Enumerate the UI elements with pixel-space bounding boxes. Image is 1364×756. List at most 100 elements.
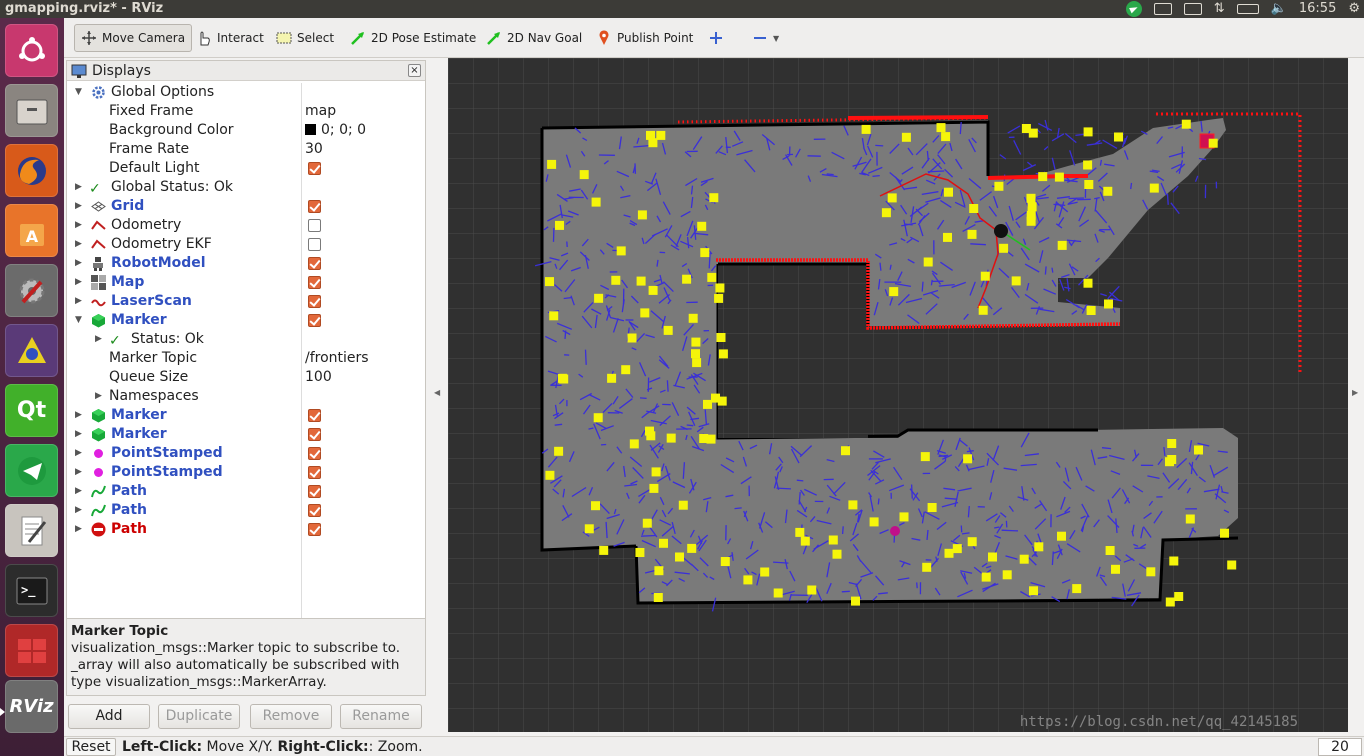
add-tool-button[interactable] (702, 24, 730, 52)
tree-row-default-light[interactable]: Default Light (67, 159, 425, 178)
expand-arrow-icon[interactable]: ▶ (75, 254, 85, 273)
reset-button[interactable]: Reset (66, 738, 116, 756)
select-tool[interactable]: Select (270, 24, 340, 52)
collapse-left-icon[interactable]: ◀ (434, 388, 440, 397)
expand-arrow-icon[interactable]: ▶ (75, 501, 85, 520)
rviz-logo-icon[interactable] (5, 324, 58, 377)
expand-arrow-icon[interactable]: ▶ (95, 330, 105, 349)
path-2-checkbox[interactable] (308, 504, 321, 517)
remove-tool-button[interactable]: ▼ (746, 24, 785, 52)
odometry-ekf-checkbox[interactable] (308, 238, 321, 251)
pointstamped-2-checkbox[interactable] (308, 466, 321, 479)
tree-row-frame-rate[interactable]: Frame Rate 30 (67, 140, 425, 159)
render-viewport[interactable]: https://blog.csdn.net/qq_42145185 (448, 58, 1348, 732)
tree-row-robotmodel[interactable]: ▶ RobotModel (67, 254, 425, 273)
tree-row-fixed-frame[interactable]: Fixed Frame map (67, 102, 425, 121)
firefox-icon[interactable] (5, 144, 58, 197)
tree-row-pointstamped-2[interactable]: ▶ PointStamped (67, 463, 425, 482)
tree-row-path-2[interactable]: ▶ Path (67, 501, 425, 520)
tree-row-path-3-error[interactable]: ▶ Path (67, 520, 425, 539)
expand-arrow-icon[interactable]: ▶ (75, 178, 85, 197)
rviz-app-icon[interactable]: RViz (5, 680, 58, 733)
map-scene[interactable] (448, 58, 1348, 732)
add-button[interactable]: Add (68, 704, 150, 729)
tree-row-namespaces[interactable]: ▶ Namespaces (67, 387, 425, 406)
settings-gear-icon[interactable]: ⚙ (1348, 0, 1360, 18)
expand-arrow-icon[interactable]: ▶ (75, 273, 85, 292)
tree-row-queue-size[interactable]: Queue Size 100 (67, 368, 425, 387)
pointstamped-checkbox[interactable] (308, 447, 321, 460)
software-center-icon[interactable]: A (5, 204, 58, 257)
tree-row-laserscan[interactable]: ▶ LaserScan (67, 292, 425, 311)
marker-topic-value[interactable]: /frontiers (305, 349, 369, 368)
network-icon[interactable]: ⇅ (1214, 0, 1225, 18)
interact-tool[interactable]: Interact (190, 24, 270, 52)
expand-arrow-icon[interactable]: ▶ (75, 235, 85, 254)
expand-arrow-icon[interactable]: ▶ (75, 406, 85, 425)
tree-row-background-color[interactable]: Background Color 0; 0; 0 (67, 121, 425, 140)
keyboard-layout-icon[interactable] (1183, 3, 1202, 15)
grid-checkbox[interactable] (308, 200, 321, 213)
tree-row-marker-3[interactable]: ▶ Marker (67, 425, 425, 444)
expand-arrow-icon[interactable]: ▶ (75, 292, 85, 311)
tree-row-map[interactable]: ▶ Map (67, 273, 425, 292)
pose-estimate-tool[interactable]: 2D Pose Estimate (344, 24, 482, 52)
map-checkbox[interactable] (308, 276, 321, 289)
expand-arrow-icon[interactable]: ▶ (75, 463, 85, 482)
fixed-frame-value[interactable]: map (305, 102, 336, 121)
background-color-value[interactable]: 0; 0; 0 (305, 121, 366, 140)
telegram-icon[interactable] (5, 444, 58, 497)
nav-goal-tool[interactable]: 2D Nav Goal (480, 24, 588, 52)
expand-arrow-icon[interactable]: ▶ (75, 216, 85, 235)
qt-creator-icon[interactable]: Qt (5, 384, 58, 437)
publish-point-tool[interactable]: Publish Point (590, 24, 699, 52)
duplicate-button[interactable]: Duplicate (158, 704, 240, 729)
expand-arrow-icon[interactable]: ▶ (95, 387, 105, 406)
expand-arrow-icon[interactable]: ▶ (75, 197, 85, 216)
system-settings-icon[interactable] (5, 264, 58, 317)
tree-row-path[interactable]: ▶ Path (67, 482, 425, 501)
robotmodel-checkbox[interactable] (308, 257, 321, 270)
expand-arrow-icon[interactable]: ▶ (75, 444, 85, 463)
battery-icon[interactable] (1236, 4, 1259, 14)
volume-icon[interactable]: 🔈 (1271, 0, 1287, 18)
tree-row-global-status[interactable]: ▶ ✓ Global Status: Ok (67, 178, 425, 197)
path-3-checkbox[interactable] (308, 523, 321, 536)
tree-row-global-options[interactable]: ▼ Global Options (67, 83, 425, 102)
marker-2-checkbox[interactable] (308, 409, 321, 422)
move-camera-tool[interactable]: Move Camera (74, 24, 193, 52)
tree-row-odometry[interactable]: ▶ Odometry (67, 216, 425, 235)
collapse-right-icon[interactable]: ▶ (1352, 388, 1358, 397)
tree-row-marker-topic[interactable]: Marker Topic /frontiers (67, 349, 425, 368)
right-panel-handle[interactable]: ▶ (1348, 58, 1364, 736)
telegram-tray-icon[interactable] (1125, 1, 1142, 17)
tree-row-grid[interactable]: ▶ Grid (67, 197, 425, 216)
keyboard-icon[interactable] (1153, 3, 1172, 15)
tree-row-marker-status[interactable]: ▶ ✓ Status: Ok (67, 330, 425, 349)
terminal-icon[interactable]: >_ (5, 564, 58, 617)
tree-row-odometry-ekf[interactable]: ▶ Odometry EKF (67, 235, 425, 254)
rename-button[interactable]: Rename (340, 704, 422, 729)
tree-row-marker[interactable]: ▼ Marker (67, 311, 425, 330)
default-light-checkbox[interactable] (308, 162, 321, 175)
ubuntu-home-icon[interactable] (5, 24, 58, 77)
panel-splitter[interactable]: ◀ (428, 58, 448, 736)
text-editor-icon[interactable] (5, 504, 58, 557)
files-icon[interactable] (5, 84, 58, 137)
queue-size-value[interactable]: 100 (305, 368, 332, 387)
expand-arrow-icon[interactable]: ▶ (75, 482, 85, 501)
laserscan-checkbox[interactable] (308, 295, 321, 308)
remove-button[interactable]: Remove (250, 704, 332, 729)
workspace-switcher-icon[interactable] (5, 624, 58, 677)
odometry-checkbox[interactable] (308, 219, 321, 232)
expand-arrow-icon[interactable]: ▼ (75, 311, 85, 330)
marker-3-checkbox[interactable] (308, 428, 321, 441)
marker-checkbox[interactable] (308, 314, 321, 327)
close-icon[interactable]: × (408, 64, 421, 77)
frame-rate-value[interactable]: 30 (305, 140, 323, 159)
clock[interactable]: 16:55 (1299, 0, 1336, 18)
tree-row-pointstamped[interactable]: ▶ PointStamped (67, 444, 425, 463)
expand-arrow-icon[interactable]: ▶ (75, 520, 85, 539)
path-checkbox[interactable] (308, 485, 321, 498)
expand-arrow-icon[interactable]: ▼ (75, 83, 85, 102)
